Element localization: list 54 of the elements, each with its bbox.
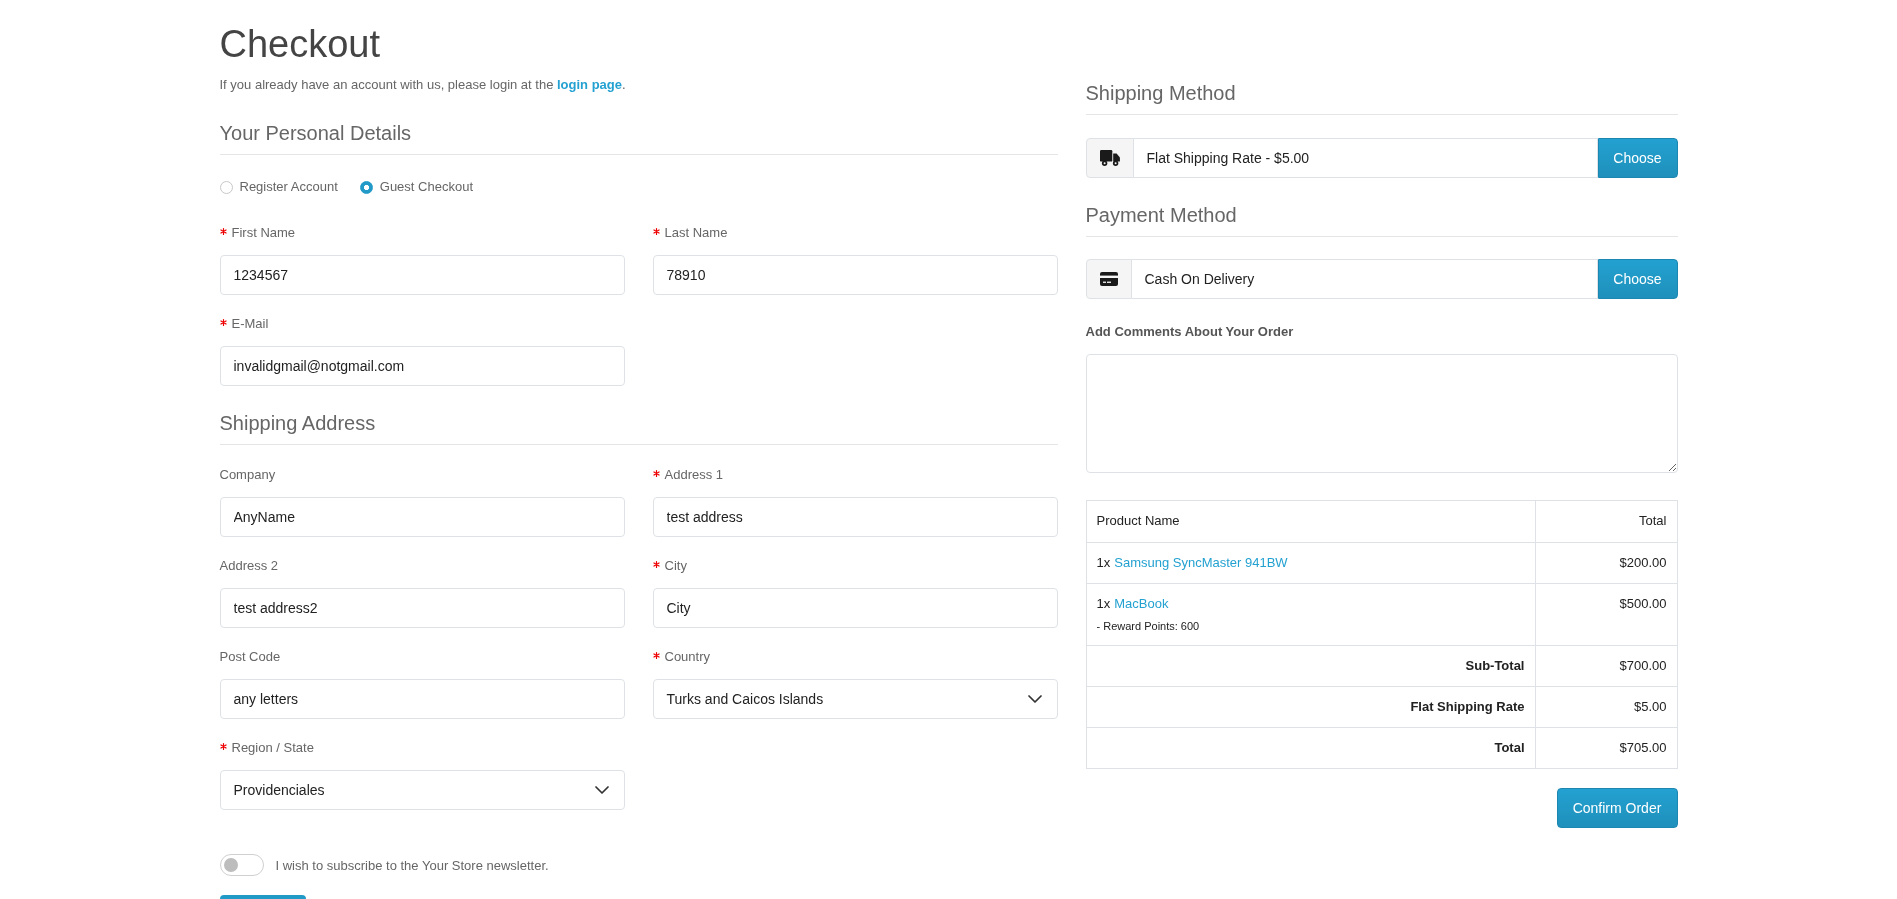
field-label: Address 2 — [219, 557, 279, 575]
radio-button[interactable] — [359, 180, 373, 194]
input-field[interactable]: 1234567 — [219, 255, 625, 295]
field-label: Address 1 — [664, 466, 724, 484]
field-label: Post Code — [219, 648, 281, 666]
field-label: Country — [664, 648, 711, 666]
chevron-down-icon — [1027, 695, 1042, 703]
newsletter-label: I wish to subscribe to the Your Store newsletter. — [275, 857, 549, 875]
column-header: Total — [1535, 500, 1677, 543]
reward-points-text: - Reward Points: 600 — [1096, 619, 1200, 634]
truck-icon — [1099, 150, 1120, 166]
credit-card-icon — [1099, 272, 1118, 286]
table-cell: $500.00 — [1535, 583, 1677, 646]
column-header: Product Name — [1086, 500, 1535, 543]
input-field[interactable]: AnyName — [219, 497, 625, 537]
toggle-switch[interactable] — [219, 853, 264, 876]
input-field[interactable]: any letters — [219, 679, 625, 719]
table-cell: $5.00 — [1535, 686, 1677, 728]
table-cell: $705.00 — [1535, 727, 1677, 769]
dropdown-select[interactable]: Turks and Caicos Islands — [652, 679, 1058, 719]
page-title: Checkout — [219, 22, 381, 67]
field-label: Company — [219, 466, 276, 484]
table-cell: $200.00 — [1535, 542, 1677, 584]
field-label: City — [664, 557, 687, 575]
radio-button[interactable] — [219, 180, 233, 194]
dropdown-select[interactable]: Providenciales — [219, 770, 625, 810]
quantity-text: 1x — [1096, 555, 1111, 570]
radio-label[interactable]: Guest Checkout — [379, 177, 473, 197]
input-field[interactable]: invalidgmail@notgmail.com — [219, 346, 625, 386]
payment-method-field[interactable]: Cash On Delivery — [1131, 259, 1598, 299]
input-field[interactable]: 78910 — [652, 255, 1058, 295]
field-label: First Name — [231, 224, 296, 242]
section-heading: Shipping Address — [219, 411, 376, 435]
table-cell: Flat Shipping Rate — [1086, 686, 1535, 728]
field-label: Region / State — [231, 739, 314, 757]
shipping-method-field[interactable]: Flat Shipping Rate - $5.00 — [1133, 138, 1598, 178]
field-label: Last Name — [664, 224, 728, 242]
table-cell: Sub-Total — [1086, 645, 1535, 687]
quantity-text: 1x — [1096, 596, 1111, 611]
section-heading: Payment Method — [1085, 203, 1237, 227]
section-heading: Shipping Method — [1085, 81, 1236, 105]
comments-label: Add Comments About Your Order — [1085, 323, 1294, 341]
section-heading: Your Personal Details — [219, 121, 412, 145]
chevron-down-icon — [594, 786, 609, 794]
input-field[interactable]: test address2 — [219, 588, 625, 628]
login-note: If you already have an account with us, please login at the login page. — [219, 76, 626, 94]
input-field[interactable]: City — [652, 588, 1058, 628]
comment-field[interactable] — [1085, 354, 1678, 473]
table-cell: $700.00 — [1535, 645, 1677, 687]
radio-label[interactable]: Register Account — [239, 177, 338, 197]
field-label: E-Mail — [231, 315, 269, 333]
table-cell: Total — [1086, 727, 1535, 769]
partial-button[interactable] — [219, 895, 306, 899]
input-field[interactable]: test address — [652, 497, 1058, 537]
